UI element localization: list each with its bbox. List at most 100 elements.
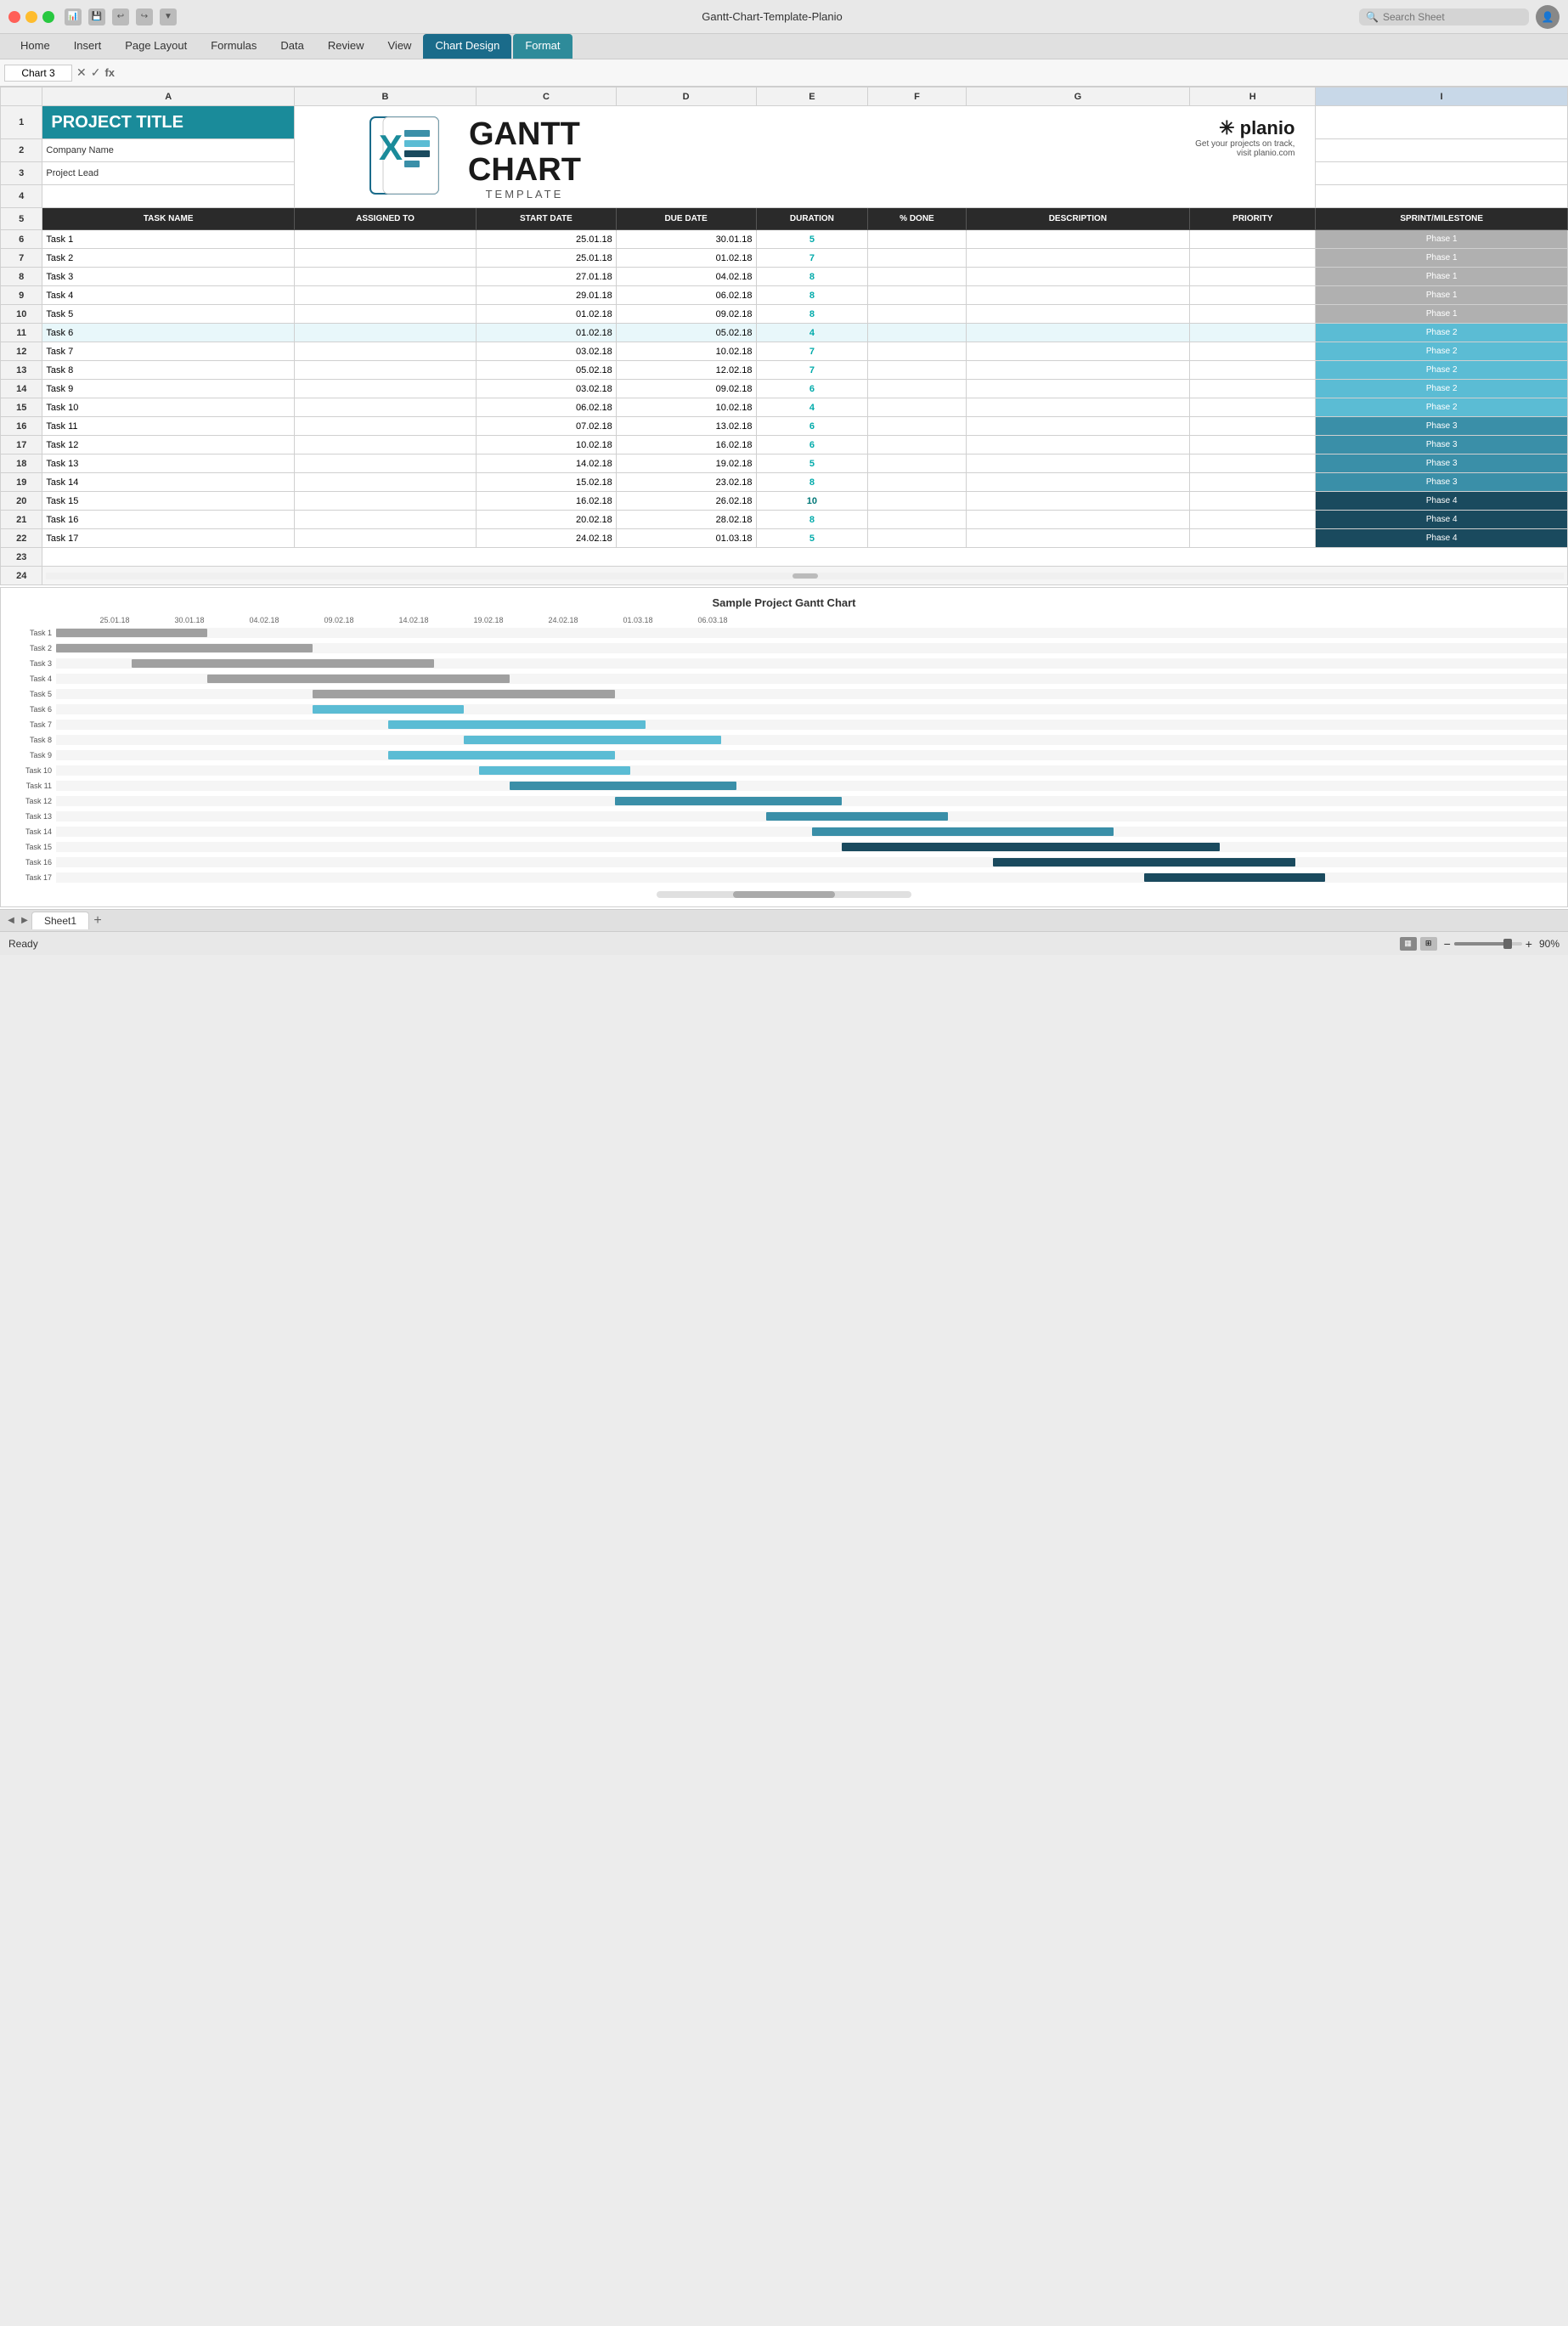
tab-page-layout[interactable]: Page Layout <box>113 34 199 59</box>
row-header-13[interactable]: 13 <box>1 361 42 380</box>
cell-desc-3[interactable] <box>966 268 1190 286</box>
cell-3-I[interactable] <box>1316 162 1568 185</box>
cell-desc-15[interactable] <box>966 492 1190 511</box>
cell-due-5[interactable]: 09.02.18 <box>616 305 756 324</box>
cell-priority-9[interactable] <box>1190 380 1316 398</box>
cell-assigned-6[interactable] <box>294 324 476 342</box>
cell-phase-12[interactable]: Phase 3 <box>1316 436 1568 454</box>
cell-phase-13[interactable]: Phase 3 <box>1316 454 1568 473</box>
search-box[interactable]: 🔍 <box>1359 8 1529 25</box>
gantt-scrollbar[interactable] <box>1 891 1567 898</box>
cancel-formula-icon[interactable]: ✕ <box>76 65 87 80</box>
cell-priority-2[interactable] <box>1190 249 1316 268</box>
minimize-button[interactable] <box>25 11 37 23</box>
cell-due-14[interactable]: 23.02.18 <box>616 473 756 492</box>
cell-priority-16[interactable] <box>1190 511 1316 529</box>
col-header-G[interactable]: G <box>966 88 1190 106</box>
cell-start-15[interactable]: 16.02.18 <box>477 492 617 511</box>
col-header-C[interactable]: C <box>477 88 617 106</box>
cell-dur-4[interactable]: 8 <box>756 286 868 305</box>
cell-start-3[interactable]: 27.01.18 <box>477 268 617 286</box>
cell-pct-10[interactable] <box>868 398 966 417</box>
cell-pct-8[interactable] <box>868 361 966 380</box>
header-priority[interactable]: PRIORITY <box>1190 208 1316 230</box>
cell-start-2[interactable]: 25.01.18 <box>477 249 617 268</box>
cell-phase-3[interactable]: Phase 1 <box>1316 268 1568 286</box>
cell-phase-9[interactable]: Phase 2 <box>1316 380 1568 398</box>
cell-due-16[interactable]: 28.02.18 <box>616 511 756 529</box>
cell-start-16[interactable]: 20.02.18 <box>477 511 617 529</box>
tab-view[interactable]: View <box>376 34 424 59</box>
user-avatar[interactable]: 👤 <box>1536 5 1560 29</box>
cell-task-name-3[interactable]: Task 3 <box>42 268 295 286</box>
cell-start-14[interactable]: 15.02.18 <box>477 473 617 492</box>
cell-priority-11[interactable] <box>1190 417 1316 436</box>
cell-pct-14[interactable] <box>868 473 966 492</box>
cell-start-11[interactable]: 07.02.18 <box>477 417 617 436</box>
cell-dur-9[interactable]: 6 <box>756 380 868 398</box>
normal-view-icon[interactable]: ▦ <box>1400 937 1417 951</box>
cell-due-10[interactable]: 10.02.18 <box>616 398 756 417</box>
cell-desc-4[interactable] <box>966 286 1190 305</box>
cell-start-1[interactable]: 25.01.18 <box>477 230 617 249</box>
cell-assigned-16[interactable] <box>294 511 476 529</box>
tab-chart-design[interactable]: Chart Design <box>423 34 511 59</box>
cell-assigned-1[interactable] <box>294 230 476 249</box>
tab-insert[interactable]: Insert <box>62 34 114 59</box>
cell-phase-2[interactable]: Phase 1 <box>1316 249 1568 268</box>
cell-phase-6[interactable]: Phase 2 <box>1316 324 1568 342</box>
cell-desc-13[interactable] <box>966 454 1190 473</box>
col-header-B[interactable]: B <box>294 88 476 106</box>
cell-assigned-4[interactable] <box>294 286 476 305</box>
cell-pct-15[interactable] <box>868 492 966 511</box>
maximize-button[interactable] <box>42 11 54 23</box>
cell-start-6[interactable]: 01.02.18 <box>477 324 617 342</box>
cell-desc-5[interactable] <box>966 305 1190 324</box>
cell-priority-6[interactable] <box>1190 324 1316 342</box>
redo-icon[interactable]: ↪ <box>136 8 153 25</box>
cell-priority-12[interactable] <box>1190 436 1316 454</box>
sheet-next-icon[interactable]: ▶ <box>18 914 31 928</box>
header-start-date[interactable]: START DATE <box>477 208 617 230</box>
cell-pct-2[interactable] <box>868 249 966 268</box>
cell-dur-17[interactable]: 5 <box>756 529 868 548</box>
cell-priority-4[interactable] <box>1190 286 1316 305</box>
cell-pct-13[interactable] <box>868 454 966 473</box>
cell-task-name-9[interactable]: Task 9 <box>42 380 295 398</box>
row-header-19[interactable]: 19 <box>1 473 42 492</box>
cell-dur-7[interactable]: 7 <box>756 342 868 361</box>
cell-dur-15[interactable]: 10 <box>756 492 868 511</box>
row-header-14[interactable]: 14 <box>1 380 42 398</box>
cell-pct-11[interactable] <box>868 417 966 436</box>
cell-start-8[interactable]: 05.02.18 <box>477 361 617 380</box>
cell-reference[interactable] <box>4 65 72 82</box>
cell-phase-7[interactable]: Phase 2 <box>1316 342 1568 361</box>
cell-assigned-2[interactable] <box>294 249 476 268</box>
cell-phase-4[interactable]: Phase 1 <box>1316 286 1568 305</box>
cell-assigned-17[interactable] <box>294 529 476 548</box>
cell-pct-17[interactable] <box>868 529 966 548</box>
row-header-6[interactable]: 6 <box>1 230 42 249</box>
cell-due-13[interactable]: 19.02.18 <box>616 454 756 473</box>
save-icon[interactable]: 💾 <box>88 8 105 25</box>
cell-phase-14[interactable]: Phase 3 <box>1316 473 1568 492</box>
cell-start-10[interactable]: 06.02.18 <box>477 398 617 417</box>
cell-task-name-11[interactable]: Task 11 <box>42 417 295 436</box>
col-header-I[interactable]: I <box>1316 88 1568 106</box>
cell-assigned-11[interactable] <box>294 417 476 436</box>
cell-dur-10[interactable]: 4 <box>756 398 868 417</box>
cell-assigned-7[interactable] <box>294 342 476 361</box>
cell-priority-1[interactable] <box>1190 230 1316 249</box>
cell-phase-8[interactable]: Phase 2 <box>1316 361 1568 380</box>
row-header-9[interactable]: 9 <box>1 286 42 305</box>
cell-desc-7[interactable] <box>966 342 1190 361</box>
cell-assigned-9[interactable] <box>294 380 476 398</box>
cell-priority-13[interactable] <box>1190 454 1316 473</box>
row-header-20[interactable]: 20 <box>1 492 42 511</box>
header-sprint[interactable]: SPRINT/MILESTONE <box>1316 208 1568 230</box>
cell-task-name-16[interactable]: Task 16 <box>42 511 295 529</box>
cell-priority-10[interactable] <box>1190 398 1316 417</box>
cell-dur-5[interactable]: 8 <box>756 305 868 324</box>
cell-2-I[interactable] <box>1316 139 1568 162</box>
cell-task-name-10[interactable]: Task 10 <box>42 398 295 417</box>
